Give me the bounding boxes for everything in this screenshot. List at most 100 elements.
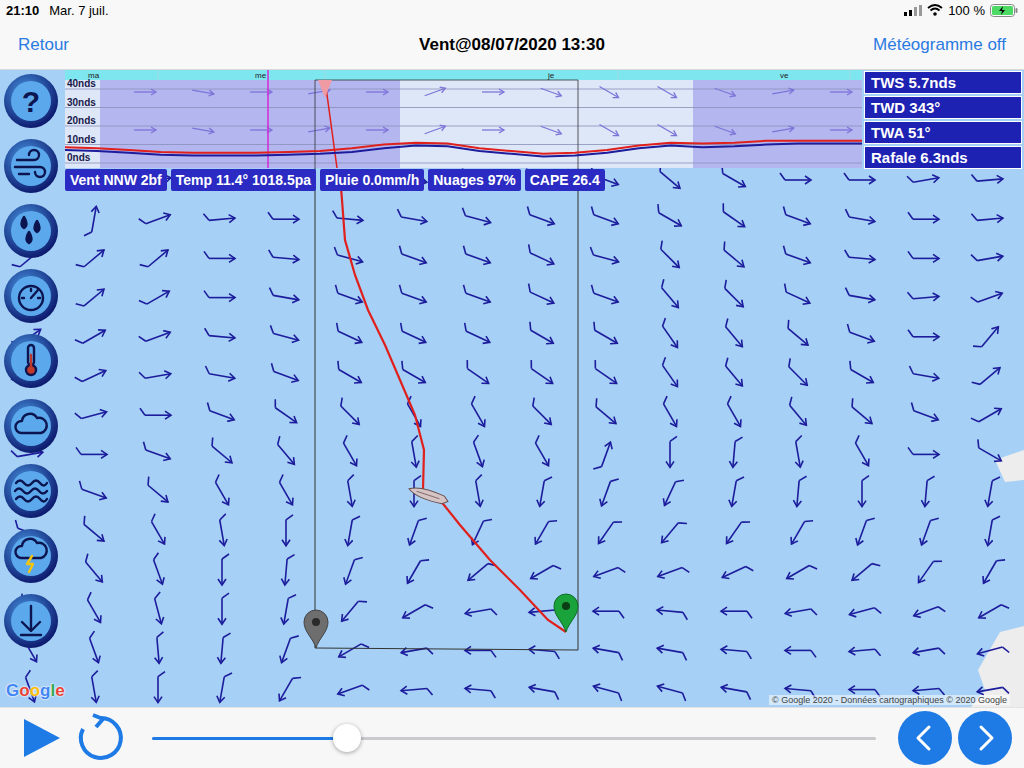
cloud-icon[interactable] bbox=[3, 398, 59, 454]
start-pin-icon[interactable] bbox=[304, 610, 328, 648]
wind-arrow bbox=[846, 398, 877, 426]
finish-pin-icon[interactable] bbox=[554, 594, 578, 632]
wind-arrow bbox=[844, 173, 875, 184]
wind-arrow bbox=[592, 682, 625, 701]
meteogram[interactable]: mamejeve40nds30nds20nds10nds0nds bbox=[65, 70, 862, 168]
axis-label: 20nds bbox=[67, 115, 96, 126]
meteogram-arrow bbox=[714, 123, 737, 136]
wind-arrow bbox=[592, 644, 624, 660]
wind-arrow bbox=[204, 328, 236, 342]
wind-arrow bbox=[918, 515, 939, 548]
wind-arrow bbox=[75, 364, 108, 387]
meteogram-arrow bbox=[772, 87, 795, 97]
axis-label: 40nds bbox=[67, 78, 96, 89]
wind-arrow bbox=[780, 206, 813, 227]
wind-arrow bbox=[154, 672, 165, 703]
next-icon[interactable] bbox=[958, 711, 1012, 765]
wind-arrow bbox=[337, 638, 369, 663]
back-button[interactable]: Retour bbox=[18, 35, 419, 55]
status-date: Mar. 7 juil. bbox=[49, 3, 108, 18]
wind-arrow bbox=[268, 288, 300, 304]
wind-arrow bbox=[460, 285, 493, 306]
readout-value: TWS 5.7nds bbox=[864, 71, 1022, 94]
wind-arrow bbox=[656, 606, 688, 620]
help-icon[interactable]: ? bbox=[3, 73, 59, 129]
meteogram-toggle[interactable]: Météogramme off bbox=[873, 35, 1006, 55]
wind-arrow bbox=[339, 595, 367, 626]
wind-arrow bbox=[525, 360, 557, 387]
rain-icon[interactable] bbox=[3, 203, 59, 259]
wind-arrow bbox=[721, 607, 752, 618]
wind-arrow bbox=[844, 324, 877, 345]
wind-arrow bbox=[656, 562, 689, 583]
refresh-icon[interactable] bbox=[76, 713, 126, 763]
meteogram-arrow bbox=[540, 123, 563, 136]
day-label: ve bbox=[780, 71, 789, 80]
wind-arrow bbox=[468, 435, 489, 468]
previous-icon[interactable] bbox=[898, 711, 952, 765]
wind-arrow bbox=[204, 251, 235, 262]
wind-icon[interactable] bbox=[3, 138, 59, 194]
wind-arrow bbox=[717, 203, 749, 230]
wind-arrow bbox=[984, 475, 1000, 507]
wind-arrow bbox=[907, 289, 939, 303]
wind-arrow bbox=[908, 212, 939, 223]
slider-thumb[interactable] bbox=[333, 724, 361, 752]
download-icon[interactable] bbox=[3, 593, 59, 649]
wind-arrow bbox=[464, 684, 496, 698]
meteogram-arrow bbox=[656, 122, 678, 138]
meteogram-chart[interactable]: mamejeve40nds30nds20nds10nds0nds bbox=[65, 70, 862, 168]
wind-arrow bbox=[271, 436, 299, 467]
meteogram-arrow bbox=[714, 85, 737, 98]
waves-icon[interactable] bbox=[3, 463, 59, 519]
boat-icon[interactable] bbox=[407, 484, 449, 506]
meteogram-arrow bbox=[830, 89, 852, 95]
gauge-icon[interactable] bbox=[3, 268, 59, 324]
wind-arrow bbox=[524, 206, 557, 227]
wind-arrow bbox=[465, 604, 497, 620]
wind-arrow bbox=[536, 475, 552, 507]
wind-arrow bbox=[78, 516, 109, 544]
wind-arrow bbox=[469, 515, 492, 548]
time-slider[interactable] bbox=[152, 723, 876, 753]
wind-arrow bbox=[719, 358, 747, 389]
wind-arrow bbox=[204, 366, 236, 382]
meteogram-arrow bbox=[598, 122, 620, 138]
battery-icon bbox=[990, 4, 1018, 17]
status-bar: 21:10 Mar. 7 juil. 100 % bbox=[0, 0, 1024, 20]
wind-arrow bbox=[913, 643, 945, 659]
wind-arrow bbox=[396, 246, 429, 267]
weather-chips: Vent NNW 2bfTemp 11.4° 1018.5paPluie 0.0… bbox=[65, 169, 605, 191]
meteogram-arrow bbox=[598, 84, 620, 100]
readout-value: Rafale 6.3nds bbox=[864, 146, 1022, 169]
wind-arrow bbox=[858, 476, 869, 507]
app-screen: 21:10 Mar. 7 juil. 100 % Retour Vent@08/… bbox=[0, 0, 1024, 768]
wind-arrow bbox=[401, 643, 433, 659]
wind-arrow bbox=[471, 475, 487, 507]
wind-arrow bbox=[526, 398, 556, 428]
wind-arrow bbox=[908, 330, 939, 341]
wind-arrow bbox=[720, 645, 752, 659]
wind-arrow bbox=[338, 435, 363, 467]
wind-arrow bbox=[971, 287, 1004, 308]
storm-icon[interactable] bbox=[3, 528, 59, 584]
wind-arrow bbox=[396, 209, 428, 225]
temperature-icon[interactable] bbox=[3, 333, 59, 389]
map-view[interactable]: mamejeve40nds30nds20nds10nds0nds TWS 5.7… bbox=[0, 70, 1024, 707]
wind-arrow bbox=[204, 291, 235, 302]
wind-arrow bbox=[844, 288, 876, 304]
wind-arrow bbox=[984, 514, 1000, 546]
wind-arrow bbox=[972, 362, 1003, 390]
wind-arrow bbox=[659, 516, 687, 547]
wind-arrow bbox=[334, 398, 364, 428]
wind-arrow bbox=[204, 402, 237, 423]
wind-arrow bbox=[908, 402, 941, 423]
wind-arrow bbox=[854, 515, 875, 548]
wind-arrow bbox=[524, 244, 557, 267]
layer-toolbar: ? bbox=[3, 73, 59, 649]
wind-arrow bbox=[76, 481, 109, 502]
wind-arrow bbox=[332, 361, 364, 386]
play-icon[interactable] bbox=[20, 716, 64, 760]
wind-arrow bbox=[656, 644, 688, 660]
wind-arrow bbox=[528, 645, 560, 659]
